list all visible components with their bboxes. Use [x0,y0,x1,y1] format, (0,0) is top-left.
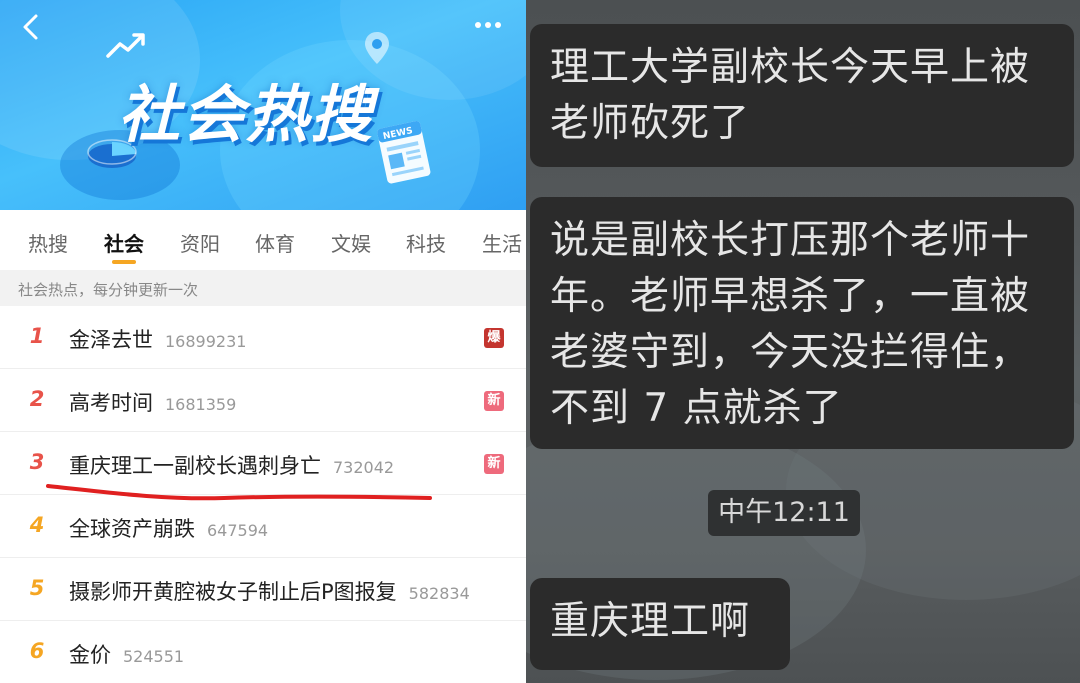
category-tabs: 热搜 社会 资阳 体育 文娱 科技 生活 [0,210,526,270]
list-item[interactable]: 6 金价 524551 [0,621,526,683]
back-arrow-icon[interactable] [14,10,48,44]
list-item[interactable]: 2 高考时间 1681359 新 [0,369,526,432]
chat-message: 说是副校长打压那个老师十年。老师早想杀了，一直被老婆守到，今天没拦得住，不到 7… [530,197,1074,449]
active-tab-indicator [112,260,136,264]
trend-arrow-icon [106,33,145,58]
hand-drawn-underline [46,484,432,501]
subtitle-bar: 社会热点，每分钟更新一次 [0,270,526,306]
rank-number: 6 [29,639,45,663]
hot-count: 732042 [333,458,395,477]
location-pin-icon [365,32,389,64]
item-title: 金泽去世 16899231 [69,328,247,352]
hot-count: 582834 [408,584,470,603]
hot-badge: 爆 [484,328,504,348]
item-title: 摄影师开黄腔被女子制止后P图报复 582834 [69,580,470,604]
tab-entertainment[interactable]: 文娱 [331,228,371,257]
chat-message: 重庆理工啊 [530,578,790,670]
tab-tech[interactable]: 科技 [406,228,446,257]
list-item[interactable]: 1 金泽去世 16899231 爆 [0,306,526,369]
rank-number: 5 [29,576,45,600]
tab-ziyang[interactable]: 资阳 [180,228,220,257]
item-title: 高考时间 1681359 [69,391,237,415]
message-timestamp: 中午12:11 [708,490,860,536]
newspaper-icon: NEWS [377,121,431,184]
more-options-icon[interactable] [470,10,506,40]
item-title: 全球资产崩跌 647594 [69,517,269,541]
hot-count: 1681359 [165,395,237,414]
item-title: 金价 524551 [69,643,185,667]
subtitle: 社会热点，每分钟更新一次 [18,281,199,299]
hot-count: 647594 [207,521,269,540]
chat-panel: 理工大学副校长今天早上被老师砍死了 说是副校长打压那个老师十年。老师早想杀了，一… [526,0,1080,683]
new-badge: 新 [484,454,504,474]
hot-count: 524551 [123,647,185,666]
hot-count: 16899231 [165,332,247,351]
list-item[interactable]: 5 摄影师开黄腔被女子制止后P图报复 582834 [0,558,526,621]
hot-search-panel: NEWS 社会热搜 热搜 社会 资阳 体育 文娱 科技 生活 社会热点，每分钟更… [0,0,526,683]
rank-number: 3 [29,450,45,474]
rank-number: 4 [29,513,45,537]
new-badge: 新 [484,391,504,411]
banner: NEWS 社会热搜 [0,0,526,210]
tab-society[interactable]: 社会 [104,228,144,257]
banner-title: 社会热搜 [118,78,375,151]
tab-life[interactable]: 生活 [482,228,522,257]
tab-hot[interactable]: 热搜 [28,228,68,257]
tab-sports[interactable]: 体育 [255,228,295,257]
chat-message: 理工大学副校长今天早上被老师砍死了 [530,24,1074,167]
rank-number: 2 [29,387,45,411]
rank-number: 1 [29,324,45,348]
